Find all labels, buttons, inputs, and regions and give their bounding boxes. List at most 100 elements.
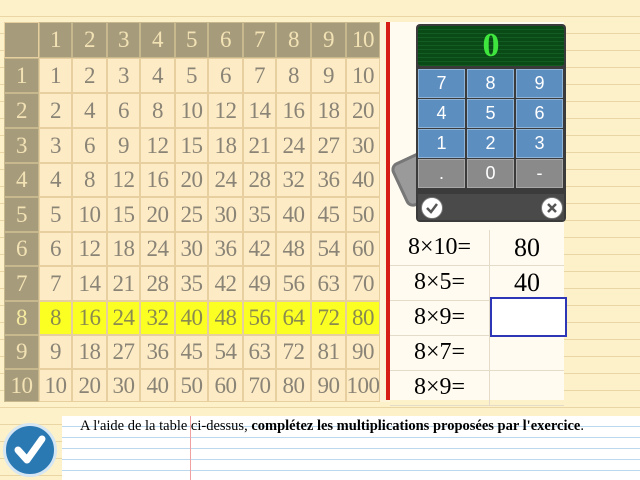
- keypad-key[interactable]: 8: [467, 69, 514, 98]
- keypad-key[interactable]: 0: [467, 159, 514, 188]
- table-cell: 42: [243, 232, 276, 266]
- table-cell: 45: [175, 335, 208, 369]
- keypad-key[interactable]: 6: [516, 99, 563, 128]
- table-cell: 70: [346, 266, 380, 301]
- table-cell: 24: [107, 301, 140, 335]
- table-cell: 48: [276, 232, 311, 266]
- instruction-suffix: .: [580, 418, 584, 434]
- keypad-key[interactable]: 7: [418, 69, 465, 98]
- table-cell: 27: [107, 335, 140, 369]
- table-cell: 20: [175, 163, 208, 197]
- table-cell: 15: [107, 197, 140, 232]
- table-cell: 45: [311, 197, 346, 232]
- check-icon: [426, 203, 438, 214]
- exercise-question: 8×5=: [390, 265, 490, 300]
- table-cell: 50: [175, 369, 208, 402]
- table-cell: 6: [208, 58, 243, 93]
- confirm-button[interactable]: [421, 197, 443, 219]
- table-cell: 60: [346, 232, 380, 266]
- table-cell: 18: [107, 232, 140, 266]
- table-cell: 18: [311, 93, 346, 128]
- clear-button[interactable]: [541, 197, 563, 219]
- table-cell: 100: [346, 369, 380, 402]
- row-header: 7: [4, 266, 39, 301]
- keypad-key[interactable]: 5: [467, 99, 514, 128]
- row-header: 4: [4, 163, 39, 197]
- keypad-display: 0: [418, 26, 564, 66]
- table-cell: 6: [39, 232, 72, 266]
- table-corner: [4, 22, 39, 58]
- table-cell: 48: [208, 301, 243, 335]
- table-cell: 6: [107, 93, 140, 128]
- table-cell: 30: [208, 197, 243, 232]
- table-cell: 20: [346, 93, 380, 128]
- row-header: 5: [4, 197, 39, 232]
- table-cell: 56: [243, 301, 276, 335]
- table-cell: 6: [72, 128, 107, 163]
- row-header: 3: [4, 128, 39, 163]
- table-cell: 9: [39, 335, 72, 369]
- exercise-answer[interactable]: 80: [490, 230, 564, 265]
- close-icon: [547, 203, 557, 213]
- table-cell: 90: [311, 369, 346, 402]
- column-header: 8: [276, 22, 311, 58]
- multiplication-table: 1 2 3 4 5 6 7 8 9 10 1 1 2 3 4 5 6 7 8 9 10 2 2 4 6 8 10 12 14 16 18 20…: [4, 22, 390, 402]
- table-cell: 16: [276, 93, 311, 128]
- table-cell: 24: [276, 128, 311, 163]
- table-cell: 35: [243, 197, 276, 232]
- active-answer-input[interactable]: [490, 297, 567, 337]
- table-cell: 80: [276, 369, 311, 402]
- exercise-question: 8×7=: [390, 335, 490, 370]
- column-header: 3: [107, 22, 140, 58]
- table-cell: 30: [346, 128, 380, 163]
- table-cell: 8: [140, 93, 175, 128]
- keypad-key[interactable]: 4: [418, 99, 465, 128]
- keypad-key[interactable]: .: [418, 159, 465, 188]
- table-cell: 28: [140, 266, 175, 301]
- row-header: 9: [4, 335, 39, 369]
- table-cell: 20: [72, 369, 107, 402]
- exercise-row: 8×9=: [390, 297, 567, 337]
- table-cell: 42: [208, 266, 243, 301]
- table-cell: 35: [175, 266, 208, 301]
- keypad-key[interactable]: 3: [516, 129, 563, 158]
- table-cell: 56: [276, 266, 311, 301]
- table-cell: 21: [107, 266, 140, 301]
- table-cell: 63: [243, 335, 276, 369]
- keypad-key[interactable]: 2: [467, 129, 514, 158]
- table-cell: 72: [276, 335, 311, 369]
- table-cell: 4: [140, 58, 175, 93]
- table-cell: 20: [140, 197, 175, 232]
- keypad-key[interactable]: -: [516, 159, 563, 188]
- table-cell: 21: [243, 128, 276, 163]
- table-cell: 4: [72, 93, 107, 128]
- table-cell: 2: [39, 93, 72, 128]
- table-cell: 24: [140, 232, 175, 266]
- table-cell: 3: [39, 128, 72, 163]
- table-cell: 5: [39, 197, 72, 232]
- table-cell: 36: [311, 163, 346, 197]
- column-header: 10: [346, 22, 380, 58]
- exercise-row: 8×10= 80: [390, 230, 564, 266]
- keypad-key[interactable]: 1: [418, 129, 465, 158]
- table-cell: 1: [39, 58, 72, 93]
- table-cell: 10: [72, 197, 107, 232]
- table-cell: 2: [72, 58, 107, 93]
- table-cell: 16: [140, 163, 175, 197]
- exercise-answer[interactable]: 40: [490, 265, 564, 300]
- table-cell: 18: [208, 128, 243, 163]
- keypad-key[interactable]: 9: [516, 69, 563, 98]
- table-cell: 32: [276, 163, 311, 197]
- table-cell: 54: [208, 335, 243, 369]
- row-header: 2: [4, 93, 39, 128]
- exercise-question: 8×9=: [390, 300, 490, 335]
- table-cell: 3: [107, 58, 140, 93]
- table-cell: 14: [243, 93, 276, 128]
- exercise-answer[interactable]: [490, 335, 564, 370]
- column-header: 7: [243, 22, 276, 58]
- table-cell: 49: [243, 266, 276, 301]
- validate-button[interactable]: [3, 423, 57, 477]
- table-cell: 7: [39, 266, 72, 301]
- exercise-row: 8×7=: [390, 335, 564, 371]
- table-cell: 81: [311, 335, 346, 369]
